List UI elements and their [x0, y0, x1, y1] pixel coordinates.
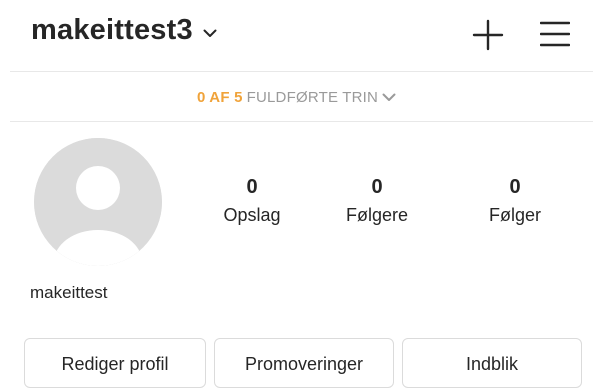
avatar[interactable]: [34, 138, 162, 266]
edit-profile-button[interactable]: Rediger profil: [24, 338, 206, 388]
plus-icon[interactable]: [472, 19, 504, 51]
posts-label: Opslag: [223, 205, 281, 225]
display-name: makeittest: [30, 283, 108, 302]
chevron-down-icon: [382, 93, 396, 101]
progress-label: FULDFØRTE TRIN: [246, 88, 379, 106]
posts-count: 0: [246, 176, 258, 198]
account-switcher[interactable]: makeittest3: [31, 14, 217, 47]
profile-completion-progress[interactable]: 0 AF 5 FULDFØRTE TRIN: [0, 77, 593, 117]
promotions-button[interactable]: Promoveringer: [214, 338, 394, 388]
insights-button[interactable]: Indblik: [402, 338, 582, 388]
followers-stat[interactable]: 0 Følgere: [317, 174, 437, 228]
posts-stat[interactable]: 0 Opslag: [192, 174, 312, 228]
progress-divider: [10, 121, 593, 122]
followers-count: 0: [371, 176, 383, 198]
chevron-down-icon: [203, 29, 217, 37]
following-count: 0: [509, 176, 521, 198]
top-bar: makeittest3: [0, 0, 593, 68]
followers-label: Følgere: [345, 205, 408, 225]
following-label: Følger: [488, 205, 541, 225]
header-divider: [10, 71, 593, 72]
progress-count: 0 AF 5: [196, 88, 243, 106]
hamburger-menu-icon[interactable]: [540, 20, 570, 48]
default-avatar-icon: [34, 138, 162, 266]
following-stat[interactable]: 0 Følger: [455, 174, 575, 228]
username: makeittest3: [31, 14, 193, 46]
